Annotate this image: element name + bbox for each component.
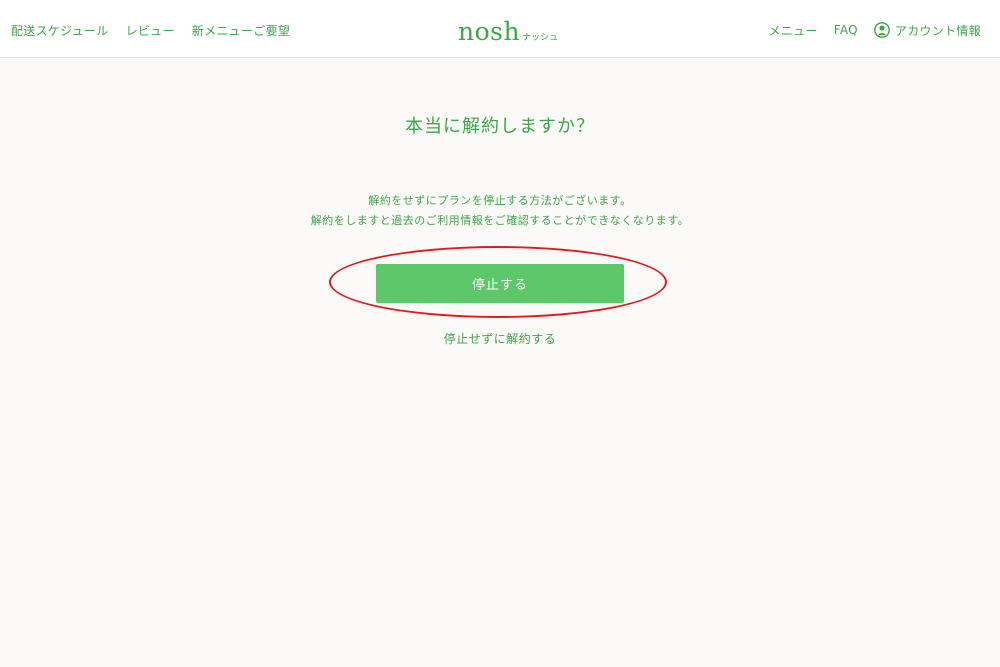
site-header: 配送スケジュール レビュー 新メニューご要望 nosh ナッシュ メニュー FA… — [0, 0, 1000, 58]
nav-account-info[interactable]: アカウント情報 — [873, 22, 981, 39]
nav-left: 配送スケジュール レビュー 新メニューご要望 — [11, 0, 290, 60]
main-content: 本当に解約しますか？ 解約をせずにプランを停止する方法がございます。 解約をしま… — [0, 58, 1000, 667]
stop-plan-button[interactable]: 停止する — [376, 264, 624, 303]
account-label: アカウント情報 — [894, 23, 981, 38]
nav-review[interactable]: レビュー — [126, 22, 175, 39]
nav-faq[interactable]: FAQ — [834, 23, 858, 37]
nosh-logo[interactable]: nosh ナッシュ — [458, 12, 558, 46]
nav-new-menu-request[interactable]: 新メニューご要望 — [192, 22, 290, 39]
cancel-without-stopping-link[interactable]: 停止せずに解約する — [0, 330, 1000, 347]
description-line-1: 解約をせずにプランを停止する方法がございます。 — [368, 194, 632, 207]
nav-delivery-schedule[interactable]: 配送スケジュール — [11, 22, 109, 39]
page-title: 本当に解約しますか？ — [405, 116, 595, 137]
logo-katakana: ナッシュ — [522, 33, 559, 43]
nav-menu[interactable]: メニュー — [769, 22, 818, 39]
user-circle-icon — [873, 22, 890, 38]
logo-wordmark: nosh — [458, 17, 521, 46]
nav-right: メニュー FAQ アカウント情報 — [769, 0, 981, 60]
description-line-2: 解約をしますと過去のご利用情報をご確認することができなくなります。 — [310, 214, 690, 227]
